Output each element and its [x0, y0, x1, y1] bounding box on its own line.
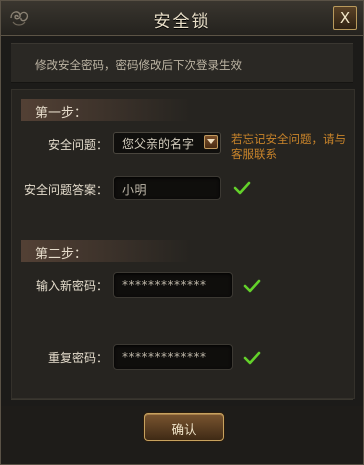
check-icon — [243, 278, 261, 293]
close-button[interactable]: X — [333, 6, 357, 30]
step2-header: 第二步： — [21, 240, 191, 262]
security-question-value: 您父亲的名字 — [122, 137, 195, 151]
repeat-password-value: ************* — [122, 350, 207, 364]
security-question-label: 安全问题： — [47, 138, 108, 152]
new-password-label: 输入新密码： — [35, 279, 108, 293]
check-icon — [233, 180, 251, 195]
security-lock-dialog: 安全锁 X 修改安全密码，密码修改后下次登录生效 第一步： 安全问题： 您父亲的… — [0, 0, 364, 465]
confirm-button-label: 确认 — [171, 422, 197, 437]
security-answer-value: 小明 — [122, 183, 148, 197]
new-password-input[interactable]: ************* — [113, 272, 233, 298]
description-panel: 修改安全密码，密码修改后下次登录生效 — [11, 43, 353, 83]
step1-title: 第一步： — [35, 106, 88, 121]
description-text: 修改安全密码，密码修改后下次登录生效 — [35, 58, 242, 72]
check-icon — [243, 350, 261, 365]
title-bar: 安全锁 X — [1, 1, 363, 36]
chevron-down-icon[interactable] — [204, 135, 218, 149]
repeat-password-input[interactable]: ************* — [113, 344, 233, 370]
security-answer-input[interactable]: 小明 — [113, 176, 221, 200]
new-password-value: ************* — [122, 278, 207, 292]
security-answer-label: 安全问题答案： — [23, 183, 108, 197]
security-question-select[interactable]: 您父亲的名字 — [113, 132, 221, 154]
step2-title: 第二步： — [35, 247, 88, 262]
dialog-title: 安全锁 — [153, 12, 211, 32]
step1-header: 第一步： — [21, 99, 191, 121]
footer-divider — [11, 399, 353, 400]
repeat-password-label: 重复密码： — [47, 351, 108, 365]
confirm-button[interactable]: 确认 — [144, 413, 224, 441]
forgot-question-hint: 若忘记安全问题，请与客服联系 — [231, 132, 346, 161]
